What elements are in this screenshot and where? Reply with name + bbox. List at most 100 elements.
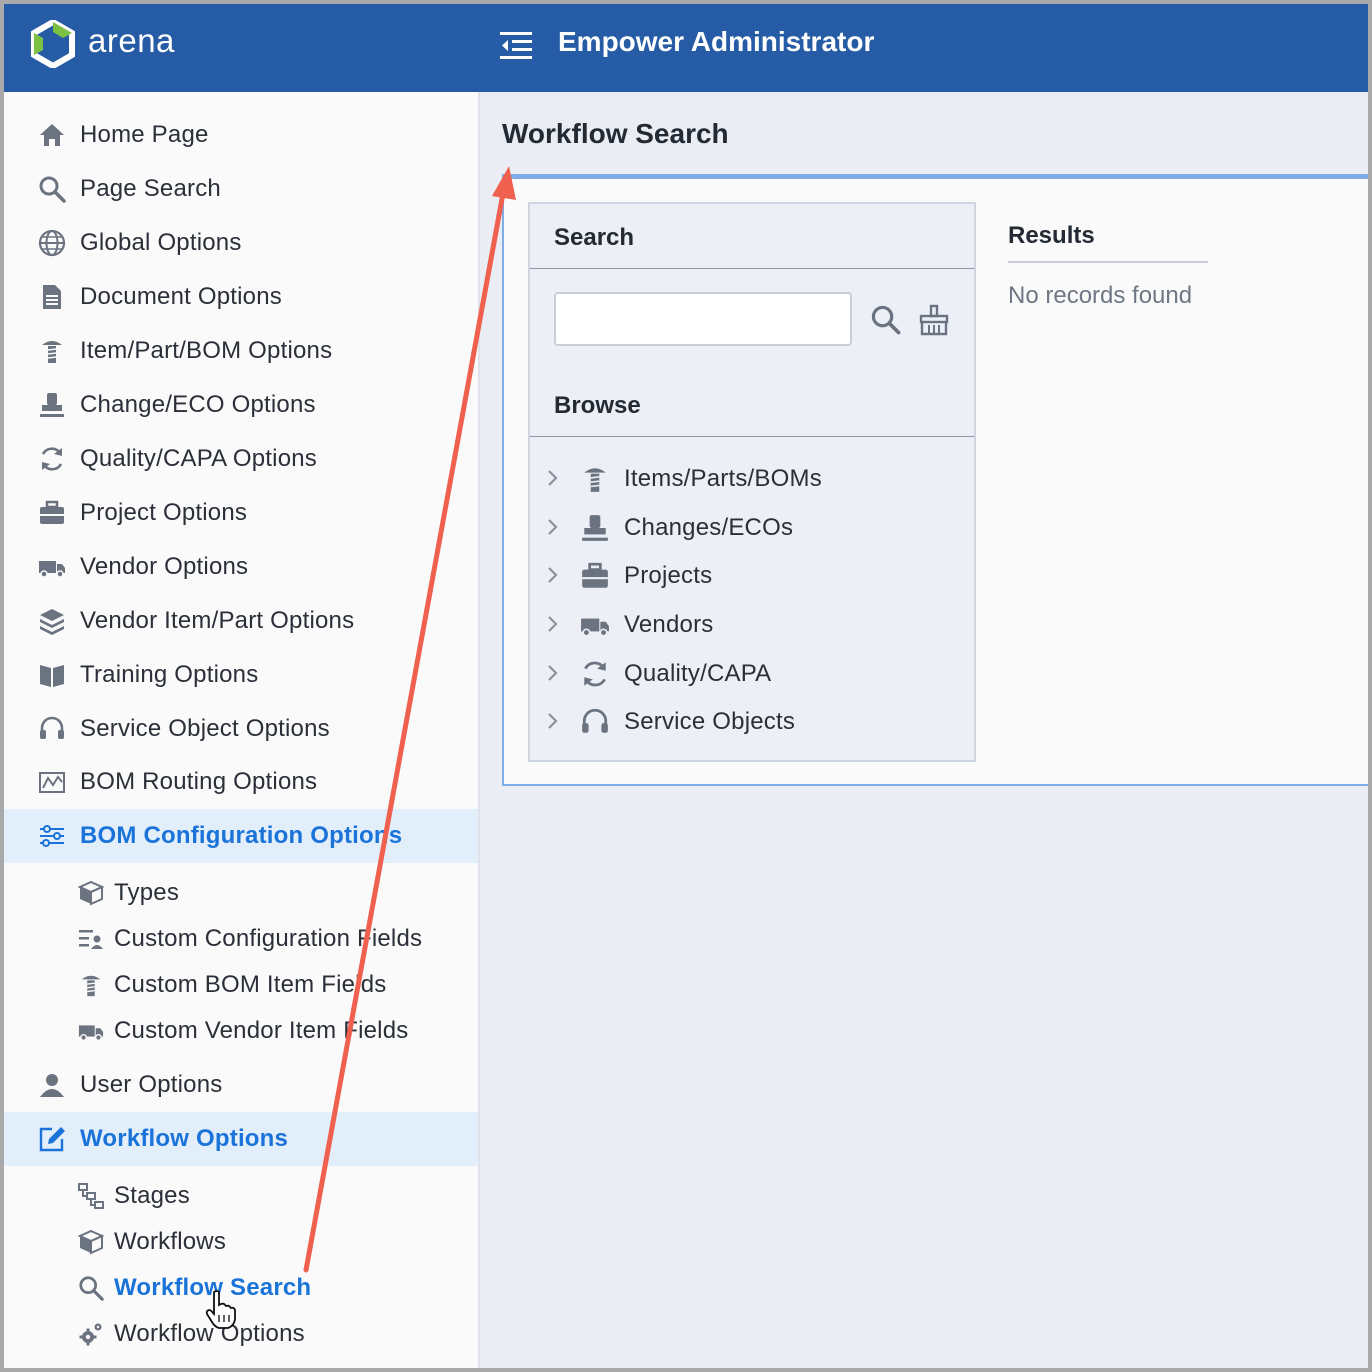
divider bbox=[530, 268, 974, 269]
chevron-right-icon[interactable] bbox=[546, 466, 560, 490]
sidebar-item-change-eco-options[interactable]: Change/ECO Options bbox=[4, 378, 478, 432]
hand-pointer-cursor-icon bbox=[204, 1288, 238, 1330]
sidebar-item-label: Quality/CAPA Options bbox=[80, 445, 317, 472]
sidebar-subitem-label: Stages bbox=[114, 1182, 190, 1209]
sidebar-item-project-options[interactable]: Project Options bbox=[4, 486, 478, 540]
sidebar-subitem-custom-vendor-item-fields[interactable]: Custom Vendor Item Fields bbox=[4, 1008, 478, 1052]
gears-icon bbox=[78, 1321, 104, 1347]
refresh-icon bbox=[38, 445, 66, 473]
sidebar-item-service-object-options[interactable]: Service Object Options bbox=[4, 702, 478, 756]
clear-broom-icon[interactable] bbox=[918, 304, 950, 336]
sidebar-item-label: Project Options bbox=[80, 499, 248, 526]
browse-item-label: Changes/ECOs bbox=[624, 514, 794, 541]
map-icon bbox=[38, 768, 66, 796]
arena-logo-icon[interactable] bbox=[30, 20, 76, 68]
app-title: Empower Administrator bbox=[558, 26, 875, 57]
browse-item-items-parts-boms[interactable]: Items/Parts/BOMs bbox=[530, 456, 974, 502]
sidebar-subitem-custom-bom-item-fields[interactable]: Custom BOM Item Fields bbox=[4, 962, 478, 1006]
sidebar-item-quality-capa-options[interactable]: Quality/CAPA Options bbox=[4, 432, 478, 486]
sidebar-item-label: Change/ECO Options bbox=[80, 391, 316, 418]
sidebar: Home Page Page Search Global Options Doc… bbox=[4, 92, 480, 1368]
chevron-right-icon[interactable] bbox=[546, 612, 560, 636]
sidebar-item-label: Home Page bbox=[80, 121, 209, 148]
cube-icon bbox=[78, 880, 104, 906]
form-user-icon bbox=[78, 926, 104, 952]
screw-icon bbox=[580, 464, 610, 494]
headset-icon bbox=[580, 707, 610, 737]
sidebar-item-bom-routing-options[interactable]: BOM Routing Options bbox=[4, 755, 478, 809]
browse-item-label: Service Objects bbox=[624, 708, 796, 735]
cube-icon bbox=[78, 1229, 104, 1255]
divider bbox=[530, 436, 974, 437]
search-browse-panel: Search Browse Items/Parts/BOMs Changes/E… bbox=[528, 202, 976, 762]
sidebar-item-item-part-bom-options[interactable]: Item/Part/BOM Options bbox=[4, 324, 478, 378]
search-input[interactable] bbox=[554, 292, 852, 346]
chevron-right-icon[interactable] bbox=[546, 563, 560, 587]
search-icon bbox=[78, 1275, 104, 1301]
sidebar-item-label: BOM Configuration Options bbox=[80, 822, 403, 849]
browse-item-vendors[interactable]: Vendors bbox=[530, 602, 974, 648]
sidebar-item-home-page[interactable]: Home Page bbox=[4, 108, 478, 162]
sidebar-item-label: Item/Part/BOM Options bbox=[80, 337, 333, 364]
sidebar-subitem-custom-configuration-fields[interactable]: Custom Configuration Fields bbox=[4, 916, 478, 960]
sidebar-subitem-workflows[interactable]: Workflows bbox=[4, 1219, 478, 1263]
boxes-icon bbox=[38, 607, 66, 635]
sidebar-item-label: Workflow Options bbox=[80, 1125, 289, 1152]
chevron-right-icon[interactable] bbox=[546, 661, 560, 685]
sidebar-item-workflow-options[interactable]: Workflow Options bbox=[4, 1112, 478, 1166]
sidebar-item-global-options[interactable]: Global Options bbox=[4, 216, 478, 270]
search-icon bbox=[38, 175, 66, 203]
sidebar-subitem-label: Workflows bbox=[114, 1228, 227, 1255]
sidebar-item-label: Service Object Options bbox=[80, 715, 330, 742]
app-frame: arena Empower Administrator Home Page Pa… bbox=[4, 4, 1368, 1368]
sidebar-item-label: Page Search bbox=[80, 175, 221, 202]
truck-icon bbox=[580, 610, 610, 640]
sidebar-item-page-search[interactable]: Page Search bbox=[4, 162, 478, 216]
sidebar-subitem-types[interactable]: Types bbox=[4, 870, 478, 914]
stamp-icon bbox=[38, 391, 66, 419]
sidebar-subitem-label: Custom Configuration Fields bbox=[114, 925, 423, 952]
browse-item-projects[interactable]: Projects bbox=[530, 553, 974, 599]
search-icon[interactable] bbox=[870, 304, 902, 336]
sidebar-subitem-label: Custom BOM Item Fields bbox=[114, 971, 387, 998]
sidebar-item-document-options[interactable]: Document Options bbox=[4, 270, 478, 324]
briefcase-icon bbox=[580, 561, 610, 591]
chevron-right-icon[interactable] bbox=[546, 709, 560, 733]
home-icon bbox=[38, 121, 66, 149]
sidebar-item-label: User Options bbox=[80, 1071, 223, 1098]
logo-text: arena bbox=[88, 22, 175, 59]
browse-item-label: Vendors bbox=[624, 611, 714, 638]
hierarchy-icon bbox=[78, 1183, 104, 1209]
refresh-icon bbox=[580, 659, 610, 689]
browse-item-changes-ecos[interactable]: Changes/ECOs bbox=[530, 505, 974, 551]
sidebar-item-vendor-item-part-options[interactable]: Vendor Item/Part Options bbox=[4, 594, 478, 648]
truck-icon bbox=[78, 1018, 104, 1044]
browse-item-quality-capa[interactable]: Quality/CAPA bbox=[530, 651, 974, 697]
no-results-message: No records found bbox=[1008, 282, 1193, 309]
search-heading: Search bbox=[554, 224, 635, 251]
chevron-right-icon[interactable] bbox=[546, 515, 560, 539]
sidebar-item-training-options[interactable]: Training Options bbox=[4, 648, 478, 702]
browse-item-service-objects[interactable]: Service Objects bbox=[530, 699, 974, 745]
menu-toggle-icon[interactable] bbox=[500, 30, 534, 60]
sidebar-item-label: Document Options bbox=[80, 283, 282, 310]
sliders-icon bbox=[38, 822, 66, 850]
sidebar-subitem-workflow-options[interactable]: Workflow Options bbox=[4, 1311, 478, 1355]
briefcase-icon bbox=[38, 499, 66, 527]
sidebar-item-user-options[interactable]: User Options bbox=[4, 1058, 478, 1112]
screw-icon bbox=[78, 972, 104, 998]
edit-icon bbox=[38, 1125, 66, 1153]
sidebar-subitem-workflow-search[interactable]: Workflow Search bbox=[4, 1265, 478, 1309]
sidebar-subitem-stages[interactable]: Stages bbox=[4, 1173, 478, 1217]
truck-icon bbox=[38, 553, 66, 581]
sidebar-item-label: Training Options bbox=[80, 661, 259, 688]
sidebar-item-label: Vendor Item/Part Options bbox=[80, 607, 355, 634]
browse-heading: Browse bbox=[554, 392, 641, 419]
user-icon bbox=[38, 1071, 66, 1099]
divider bbox=[1008, 261, 1208, 263]
sidebar-subitem-label: Custom Vendor Item Fields bbox=[114, 1017, 409, 1044]
book-icon bbox=[38, 661, 66, 689]
sidebar-item-vendor-options[interactable]: Vendor Options bbox=[4, 540, 478, 594]
stamp-icon bbox=[580, 513, 610, 543]
sidebar-item-bom-configuration-options[interactable]: BOM Configuration Options bbox=[4, 809, 478, 863]
